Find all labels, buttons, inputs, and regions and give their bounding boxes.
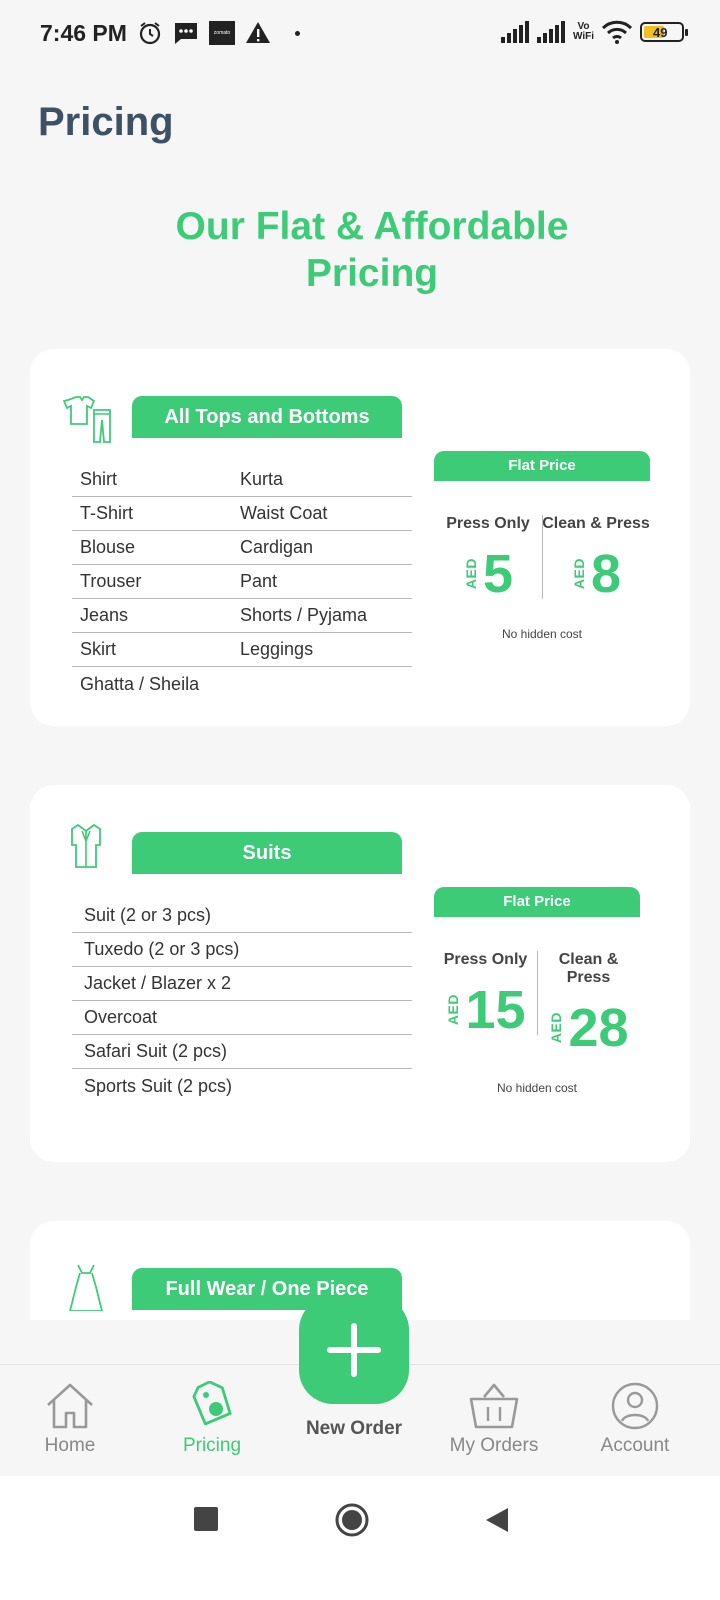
new-order-label[interactable]: New Order	[254, 1418, 454, 1440]
divider	[537, 951, 538, 1035]
suit-icon	[71, 823, 101, 868]
flat-price-panel: Flat Price Press Only AED 5 Clean & Pres…	[434, 451, 650, 641]
list-item: Tuxedo (2 or 3 pcs)	[72, 933, 412, 967]
list-item: Skirt Leggings	[72, 633, 412, 667]
item-list: Shirt Kurta T-Shirt Waist Coat Blouse Cardi…	[72, 463, 412, 701]
home-circle-icon[interactable]	[334, 1502, 370, 1538]
press-only-price: 5	[482, 544, 514, 604]
clean-press-label: Clean & Press	[558, 951, 619, 986]
clean-press-price: 8	[590, 544, 622, 604]
basket-icon	[469, 1383, 519, 1429]
list-item: Blouse Cardigan	[72, 531, 412, 565]
list-item: Jeans Shorts / Pyjama	[72, 599, 412, 633]
category-tab: Suits	[132, 832, 402, 874]
back-icon[interactable]	[484, 1506, 510, 1534]
press-only-price: 15	[465, 980, 526, 1040]
flat-price-panel: Flat Price Press Only AED 15 Clean & Pre…	[434, 887, 640, 1095]
list-item: Safari Suit (2 pcs)	[72, 1035, 412, 1069]
flat-price-label: Flat Price	[434, 887, 640, 917]
item-list: Suit (2 or 3 pcs) Tuxedo (2 or 3 pcs) Ja…	[72, 899, 412, 1103]
currency-label: AED	[445, 994, 462, 1026]
list-item: Suit (2 or 3 pcs)	[72, 899, 412, 933]
currency-label: AED	[462, 558, 479, 590]
list-item: Shirt Kurta	[72, 463, 412, 497]
press-only-label: Press Only	[443, 951, 528, 968]
pricing-scroll-area[interactable]: Pricing Our Flat & Affordable Pricing Al…	[0, 0, 720, 1320]
user-icon	[611, 1382, 659, 1430]
list-item: Jacket / Blazer x 2	[72, 967, 412, 1001]
pricing-card-suits: Suits Suit (2 or 3 pcs) Tuxedo (2 or 3 p…	[30, 785, 690, 1162]
dress-icon	[69, 1264, 103, 1311]
shirt-pants-icon	[62, 396, 111, 443]
clean-press-label: Clean & Press	[542, 515, 650, 532]
nav-account[interactable]: Account	[575, 1381, 695, 1457]
hero-heading: Our Flat & Affordable Pricing	[175, 205, 569, 295]
press-only-label: Press Only	[446, 515, 530, 532]
list-item: Trouser Pant	[72, 565, 412, 599]
system-navigation-bar	[0, 1476, 720, 1600]
price-tag-icon	[192, 1381, 232, 1426]
nav-home[interactable]: Home	[10, 1381, 130, 1457]
recent-apps-icon[interactable]	[193, 1506, 219, 1532]
no-hidden-cost-note: No hidden cost	[496, 1081, 578, 1095]
flat-price-label: Flat Price	[434, 451, 650, 481]
category-tab: All Tops and Bottoms	[132, 396, 402, 438]
plus-icon	[327, 1323, 381, 1377]
pricing-card-tops-bottoms: All Tops and Bottoms Shirt Kurta T-Shirt W…	[30, 349, 690, 726]
divider	[542, 515, 543, 599]
currency-label: AED	[548, 1012, 565, 1044]
home-icon	[47, 1383, 93, 1429]
currency-label: AED	[570, 558, 587, 590]
no-hidden-cost-note: No hidden cost	[501, 627, 583, 641]
list-item: Ghatta / Sheila	[80, 673, 200, 694]
list-item: Overcoat	[72, 1001, 412, 1035]
page-title: Pricing	[38, 100, 174, 144]
new-order-button[interactable]	[299, 1296, 409, 1404]
list-item: Sports Suit (2 pcs)	[84, 1075, 233, 1096]
clean-press-price: 28	[568, 998, 629, 1058]
list-item: T-Shirt Waist Coat	[72, 497, 412, 531]
